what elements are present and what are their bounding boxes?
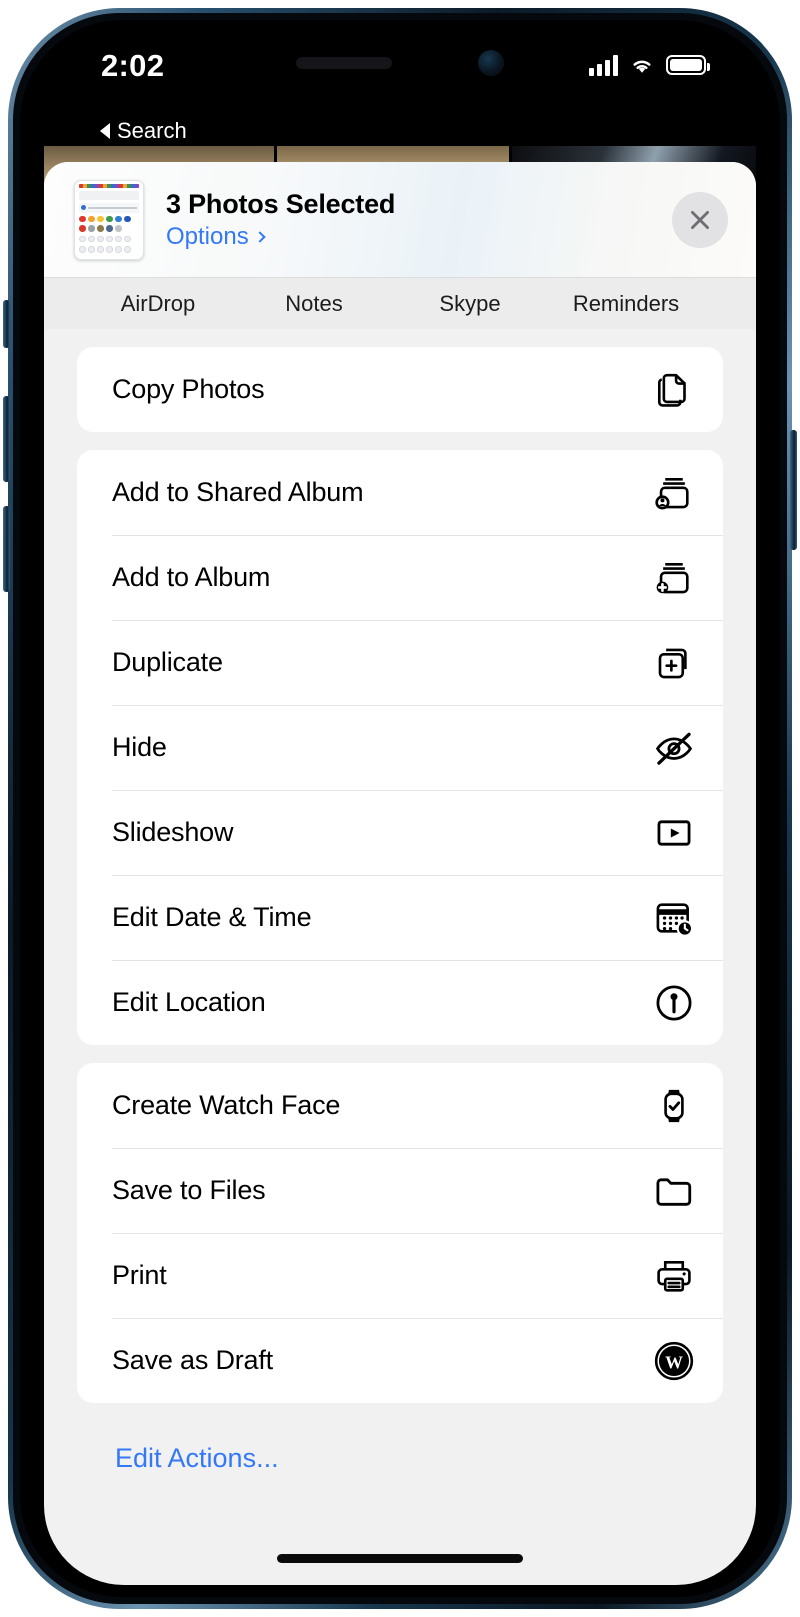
eye-slash-icon xyxy=(651,725,697,771)
action-group: Copy Photos xyxy=(77,347,723,432)
action-label: Slideshow xyxy=(112,817,234,847)
action-group: Add to Shared Album Add to Album Duplica… xyxy=(77,450,723,1045)
action-groups: Copy Photos Add to Shared Album Add to A… xyxy=(44,329,756,1474)
volume-down-button[interactable] xyxy=(3,506,10,592)
options-link[interactable]: Options xyxy=(166,223,395,251)
action-row-copy-photos[interactable]: Copy Photos xyxy=(77,347,723,432)
duplicate-squares-plus-icon xyxy=(651,640,697,686)
action-label: Copy Photos xyxy=(112,374,265,404)
share-sheet-title-block: 3 Photos Selected Options xyxy=(166,189,395,251)
action-row-print[interactable]: Print xyxy=(77,1233,723,1318)
action-label: Hide xyxy=(112,732,167,762)
status-bar-indicators xyxy=(589,54,710,76)
back-to-search-link[interactable]: Search xyxy=(100,118,187,144)
action-row-add-to-shared-album[interactable]: Add to Shared Album xyxy=(77,450,723,535)
close-icon xyxy=(691,211,709,229)
earpiece-speaker-icon xyxy=(296,57,392,69)
share-target-reminders[interactable]: Reminders xyxy=(548,291,704,317)
action-label: Edit Location xyxy=(112,987,266,1017)
volume-up-button[interactable] xyxy=(3,396,10,482)
options-label: Options xyxy=(166,222,249,250)
svg-text:W: W xyxy=(665,1352,683,1372)
device-notch xyxy=(280,46,520,80)
action-row-save-to-files[interactable]: Save to Files xyxy=(77,1148,723,1233)
add-to-album-plus-icon xyxy=(651,555,697,601)
copy-documents-icon xyxy=(651,367,697,413)
page-title: 3 Photos Selected xyxy=(166,188,396,219)
share-target-skype[interactable]: Skype xyxy=(392,291,548,317)
action-row-create-watch-face[interactable]: Create Watch Face xyxy=(77,1063,723,1148)
action-row-slideshow[interactable]: Slideshow xyxy=(77,790,723,875)
action-label: Save as Draft xyxy=(112,1345,273,1375)
wordpress-icon: W xyxy=(651,1338,697,1384)
location-pin-circle-icon xyxy=(651,980,697,1026)
share-sheet-header: 3 Photos Selected Options xyxy=(44,162,756,277)
action-label: Edit Date & Time xyxy=(112,902,312,932)
power-button[interactable] xyxy=(790,430,797,550)
action-label: Create Watch Face xyxy=(112,1090,341,1120)
play-rectangle-icon xyxy=(651,810,697,856)
photo-preview-thumbnail xyxy=(74,179,144,260)
home-indicator[interactable] xyxy=(277,1554,523,1563)
status-bar-clock: 2:02 xyxy=(101,48,165,83)
action-label: Duplicate xyxy=(112,647,223,677)
calendar-clock-icon xyxy=(651,895,697,941)
battery-icon xyxy=(666,55,710,75)
mute-switch-button[interactable] xyxy=(3,300,10,348)
share-target-other[interactable]: Or xyxy=(704,291,756,317)
folder-icon xyxy=(651,1168,697,1214)
back-triangle-icon xyxy=(100,123,110,139)
share-target-airdrop[interactable]: AirDrop xyxy=(80,291,236,317)
apple-watch-icon xyxy=(651,1083,697,1129)
action-row-hide[interactable]: Hide xyxy=(77,705,723,790)
action-group: Create Watch Face Save to Files Print Sa… xyxy=(77,1063,723,1403)
action-row-duplicate[interactable]: Duplicate xyxy=(77,620,723,705)
share-sheet: 3 Photos Selected Options AirDrop Notes … xyxy=(44,162,756,1585)
chevron-right-icon xyxy=(254,230,266,243)
action-row-edit-date-time[interactable]: Edit Date & Time xyxy=(77,875,723,960)
action-label: Print xyxy=(112,1260,167,1290)
share-target-notes[interactable]: Notes xyxy=(236,291,392,317)
printer-icon xyxy=(651,1253,697,1299)
action-label: Save to Files xyxy=(112,1175,266,1205)
iphone-device-frame: 2:02 Search 3 Photos Selected Options Ai… xyxy=(0,0,800,1617)
action-label: Add to Album xyxy=(112,562,271,592)
app-share-targets-row[interactable]: AirDrop Notes Skype Reminders Or xyxy=(44,277,756,329)
action-row-edit-location[interactable]: Edit Location xyxy=(77,960,723,1045)
signal-bars-icon xyxy=(589,54,618,76)
action-label: Add to Shared Album xyxy=(112,477,364,507)
action-row-save-as-draft[interactable]: Save as Draft W xyxy=(77,1318,723,1403)
status-bar: 2:02 xyxy=(44,32,756,110)
close-button[interactable] xyxy=(672,192,728,248)
phone-screen: 2:02 Search 3 Photos Selected Options Ai… xyxy=(44,32,756,1585)
wifi-icon xyxy=(633,60,651,73)
front-camera-icon xyxy=(478,50,504,76)
edit-actions-link[interactable]: Edit Actions... xyxy=(77,1421,723,1474)
shared-album-person-icon xyxy=(651,470,697,516)
action-row-add-to-album[interactable]: Add to Album xyxy=(77,535,723,620)
back-link-label: Search xyxy=(117,118,187,143)
